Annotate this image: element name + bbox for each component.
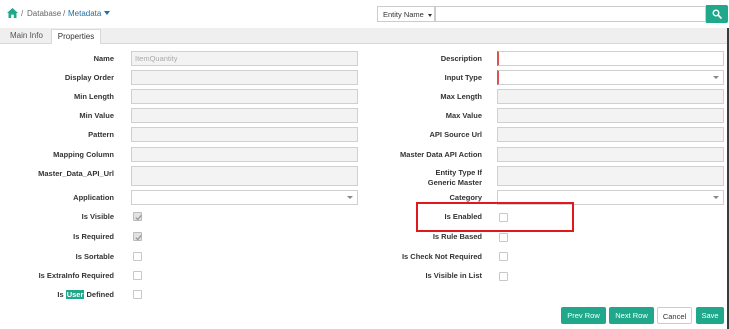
home-icon[interactable] xyxy=(7,8,18,18)
entity-type-label: Entity Type If Generic Master xyxy=(427,168,482,187)
caret-down-icon xyxy=(427,13,432,17)
min-value-label: Min Value xyxy=(79,111,114,120)
max-value-field[interactable] xyxy=(497,108,724,123)
mapping-column-label: Mapping Column xyxy=(53,150,114,159)
master-data-api-action-field[interactable] xyxy=(497,147,724,162)
input-type-label: Input Type xyxy=(444,73,482,82)
highlight-annotation-box xyxy=(416,202,574,232)
is-visible-in-list-label: Is Visible in List xyxy=(425,271,482,280)
search-icon xyxy=(712,9,722,19)
tab-main-info[interactable]: Main Info xyxy=(4,29,49,43)
application-select[interactable] xyxy=(131,190,358,205)
prev-row-button[interactable]: Prev Row xyxy=(561,307,606,324)
input-type-select[interactable] xyxy=(497,70,724,85)
max-length-label: Max Length xyxy=(440,92,482,101)
caret-down-icon xyxy=(347,196,353,199)
is-required-checkbox[interactable] xyxy=(133,232,142,241)
display-order-field[interactable] xyxy=(131,70,358,85)
is-required-label: Is Required xyxy=(73,232,114,241)
is-user-defined-label-post: Defined xyxy=(84,290,114,299)
pattern-field[interactable] xyxy=(131,127,358,142)
entity-select-value: Entity Name xyxy=(383,10,424,19)
caret-down-icon xyxy=(713,196,719,199)
is-visible-label: Is Visible xyxy=(81,212,114,221)
is-user-defined-label: Is User Defined xyxy=(4,290,114,299)
save-button[interactable]: Save xyxy=(696,307,724,324)
application-label: Application xyxy=(73,193,114,202)
api-source-url-label: API Source Url xyxy=(429,130,482,139)
breadcrumb-separator: / xyxy=(63,9,66,18)
next-row-button[interactable]: Next Row xyxy=(609,307,654,324)
search-button[interactable] xyxy=(706,5,728,23)
is-check-not-required-label: Is Check Not Required xyxy=(401,252,482,261)
description-label: Description xyxy=(440,54,482,63)
check-icon xyxy=(135,234,142,241)
is-visible-in-list-checkbox[interactable] xyxy=(499,272,508,281)
is-visible-checkbox[interactable] xyxy=(133,212,142,221)
name-field[interactable]: ItemQuantity xyxy=(131,51,358,66)
min-length-label: Min Length xyxy=(74,92,114,101)
is-rule-based-label: Is Rule Based xyxy=(432,232,482,241)
max-value-label: Max Value xyxy=(445,111,482,120)
category-label: Category xyxy=(449,193,482,202)
tab-strip xyxy=(0,28,729,44)
is-user-defined-label-pre: Is xyxy=(57,290,66,299)
tab-properties[interactable]: Properties xyxy=(51,29,101,44)
entity-type-field[interactable] xyxy=(497,166,724,186)
min-value-field[interactable] xyxy=(131,108,358,123)
is-check-not-required-checkbox[interactable] xyxy=(499,252,508,261)
min-length-field[interactable] xyxy=(131,89,358,104)
is-sortable-checkbox[interactable] xyxy=(133,252,142,261)
master-data-api-url-label: Master_Data_API_Url xyxy=(38,169,114,178)
caret-down-icon xyxy=(713,76,719,79)
is-extrainfo-required-label: Is ExtraInfo Required xyxy=(38,271,114,280)
caret-down-icon[interactable] xyxy=(104,11,110,15)
master-data-api-url-field[interactable] xyxy=(131,166,358,186)
breadcrumb-separator: / xyxy=(21,9,24,18)
max-length-field[interactable] xyxy=(497,89,724,104)
api-source-url-field[interactable] xyxy=(497,127,724,142)
is-rule-based-checkbox[interactable] xyxy=(499,233,508,242)
cancel-button[interactable]: Cancel xyxy=(657,307,692,324)
pattern-label: Pattern xyxy=(88,130,114,139)
entity-name-select[interactable]: Entity Name xyxy=(377,6,435,22)
is-user-defined-checkbox[interactable] xyxy=(133,290,142,299)
breadcrumb-database[interactable]: Database xyxy=(27,9,61,18)
is-extrainfo-required-checkbox[interactable] xyxy=(133,271,142,280)
mapping-column-field[interactable] xyxy=(131,147,358,162)
search-highlight: User xyxy=(65,290,85,299)
is-sortable-label: Is Sortable xyxy=(75,252,114,261)
master-data-api-action-label: Master Data API Action xyxy=(400,150,482,159)
check-icon xyxy=(135,214,142,221)
display-order-label: Display Order xyxy=(64,73,114,82)
search-input[interactable] xyxy=(435,6,706,22)
breadcrumb-metadata[interactable]: Metadata xyxy=(68,9,101,18)
name-label: Name xyxy=(93,54,114,63)
description-field[interactable] xyxy=(497,51,724,66)
